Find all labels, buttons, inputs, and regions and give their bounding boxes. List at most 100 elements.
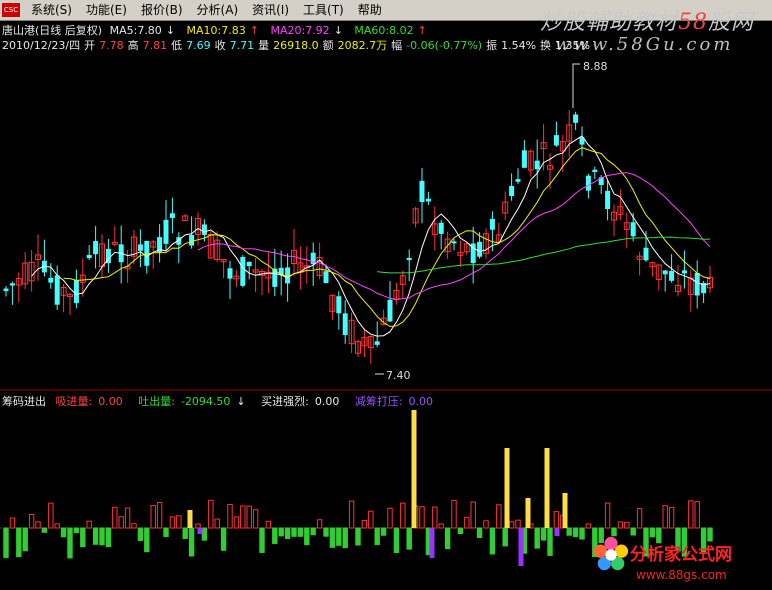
indicator-bar — [16, 527, 22, 558]
indicator-bar — [144, 527, 150, 553]
indicator-bar — [233, 516, 240, 529]
indicator-bar — [688, 500, 694, 529]
indicator-bar — [444, 527, 451, 550]
indicator-bar — [28, 513, 35, 529]
indicator-bar — [284, 527, 291, 540]
indicator-bar — [489, 527, 496, 555]
indicator-bar — [227, 503, 233, 529]
candle-body — [643, 247, 649, 261]
strong-buy-bar — [411, 410, 417, 528]
kline-chart[interactable]: 8.88 7.40 — [0, 0, 772, 590]
strong-buy-bar — [525, 498, 531, 528]
indicator-bar — [195, 523, 201, 529]
candle-body — [630, 222, 636, 237]
indicator-name: 筹码进出 — [2, 395, 46, 408]
candle-body — [477, 241, 483, 257]
indicator-bar — [240, 505, 246, 529]
indicator-bar — [35, 521, 41, 529]
indicator-bar — [316, 519, 323, 529]
indicator-bar — [73, 527, 80, 534]
indicator-bar — [438, 523, 444, 529]
indicator-bar — [329, 527, 336, 548]
indicator-bar — [579, 527, 585, 540]
candle-body — [534, 160, 540, 170]
ma5-line — [31, 135, 711, 337]
indicator-bar — [387, 507, 393, 529]
candle-body — [201, 224, 207, 235]
flower-icon — [593, 536, 629, 571]
candle-body — [93, 241, 99, 255]
indicator-bar — [169, 516, 176, 529]
indicator-bar — [540, 527, 547, 541]
indicator-bar — [393, 527, 400, 554]
indicator-bar — [246, 505, 252, 529]
candle-body — [189, 234, 195, 246]
indicator-bar — [348, 500, 355, 529]
indicator-bar — [668, 506, 675, 529]
candle-body — [521, 150, 527, 168]
candle-body — [605, 190, 611, 210]
candle-body — [246, 261, 252, 267]
indicator-bar — [54, 523, 60, 529]
indicator-bar — [60, 527, 67, 538]
candle-body — [419, 180, 425, 203]
indicator-bar — [272, 527, 278, 544]
candle-body — [9, 283, 15, 286]
indicator-bar — [105, 527, 112, 548]
indicator-bar — [432, 506, 438, 529]
candle-body — [73, 279, 79, 304]
candle-body — [336, 296, 342, 314]
indicator-bar — [515, 519, 521, 529]
candle-body — [374, 341, 380, 345]
candle-body — [573, 114, 579, 123]
candle-body — [144, 240, 150, 266]
indicator-bar — [451, 499, 457, 529]
indicator-bar — [188, 527, 195, 557]
low-marker-label: 7.40 — [386, 369, 411, 382]
indicator-bar — [214, 518, 220, 529]
candle-body — [515, 179, 521, 182]
high-marker-line — [572, 63, 580, 108]
indicator-bar — [86, 520, 92, 529]
candle-body — [681, 270, 687, 274]
indicator-bar — [201, 527, 208, 541]
indicator-bar — [304, 527, 310, 546]
indicator-bar — [572, 527, 579, 538]
candle-body — [169, 213, 175, 218]
pressure-bar — [518, 528, 524, 566]
indicator-bar — [150, 504, 156, 529]
indicator-bar — [374, 527, 380, 546]
indicator-bar — [67, 527, 73, 559]
candle-body — [489, 218, 495, 230]
indicator-bar — [662, 505, 668, 529]
indicator-bar — [604, 502, 611, 529]
indicator-bar — [457, 527, 464, 535]
indicator-bar — [464, 516, 470, 529]
strong-buy-bar — [187, 510, 193, 528]
indicator-bar — [259, 527, 265, 553]
indicator-bar — [476, 527, 483, 539]
candle-body — [227, 268, 233, 279]
indicator-bar — [265, 520, 272, 529]
candle-body — [48, 277, 54, 283]
candle-body — [163, 219, 169, 244]
indicator-bar — [336, 527, 342, 546]
indicator-bar — [553, 511, 560, 529]
indicator-bar — [220, 527, 227, 551]
indicator-bar — [208, 499, 214, 529]
indicator-bar — [252, 509, 259, 529]
indicator-bar — [156, 502, 163, 529]
indicator-bar — [380, 527, 387, 536]
strong-buy-value: 买进强烈: 0.00 — [261, 395, 340, 408]
indicator-bar — [176, 515, 182, 529]
indicator-bar — [131, 523, 137, 529]
indicator-bar — [137, 527, 144, 541]
indicator-bar — [124, 507, 131, 529]
pressure-bar — [429, 528, 435, 558]
indicator-bar — [48, 502, 54, 529]
indicator-bar — [112, 506, 118, 529]
indicator-bar — [636, 508, 643, 529]
indicator-bar — [41, 527, 48, 533]
candle-body — [425, 198, 431, 202]
indicator-bar — [534, 527, 540, 549]
